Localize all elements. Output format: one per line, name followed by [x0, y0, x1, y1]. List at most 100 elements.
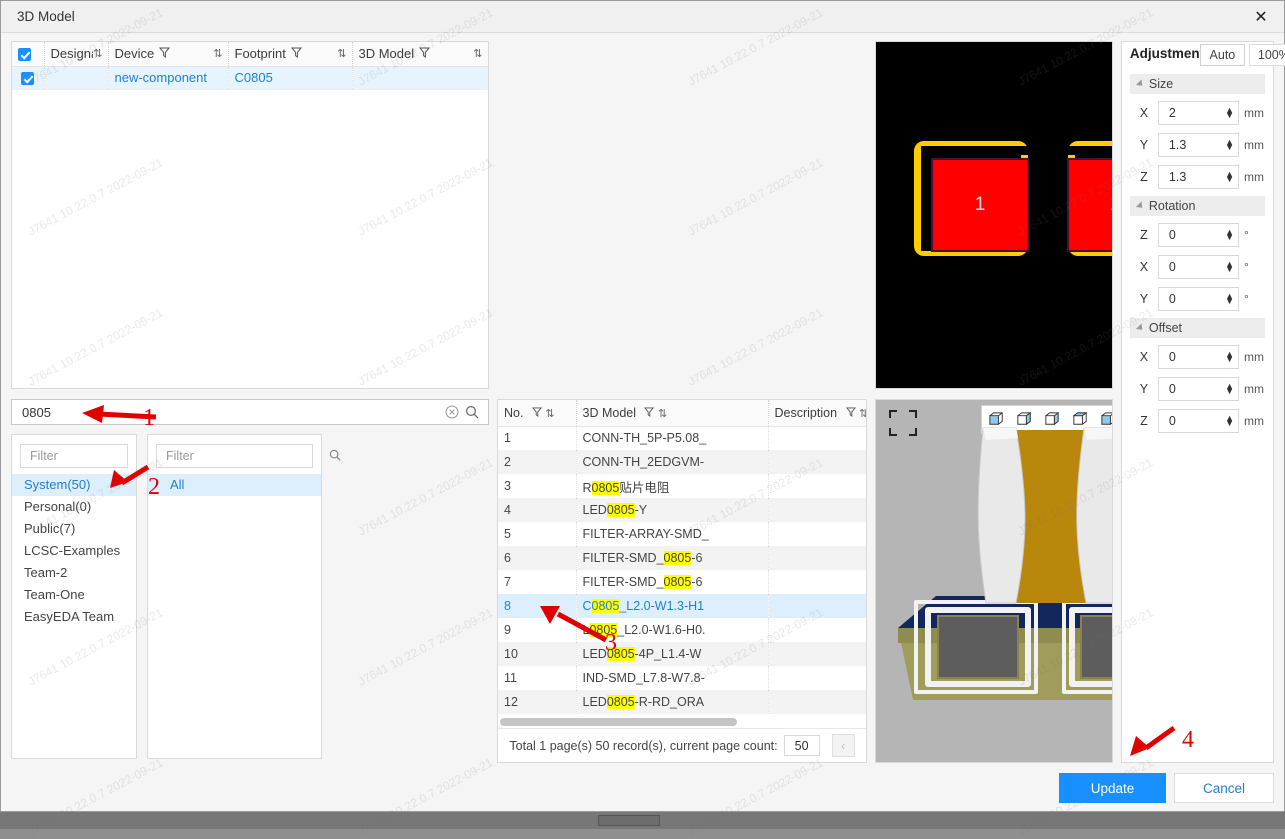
table-row[interactable]: 4LED0805-YLCSC [498, 498, 866, 522]
cell-device[interactable]: new-component [108, 66, 229, 90]
filter-icon[interactable] [290, 46, 302, 61]
table-row[interactable]: 2CONN-TH_2EDGVM-LCSC [498, 450, 866, 474]
column-header-no[interactable]: No. ⇅ [498, 400, 577, 427]
category-list-item[interactable]: All [148, 474, 321, 496]
section-header-offset[interactable]: Offset [1129, 318, 1265, 338]
search-input[interactable] [20, 401, 442, 423]
cell-model-name[interactable]: C0805_L2.0-W1.3-H1 [576, 594, 769, 618]
owner-list-item[interactable]: EasyEDA Team [12, 606, 136, 628]
owner-list-item[interactable]: Team-One [12, 584, 136, 606]
sort-icon[interactable]: ⇅ [337, 47, 346, 60]
stepper-arrows[interactable]: ▲ ▼ [1225, 292, 1234, 306]
section-header-size[interactable]: Size [1129, 74, 1265, 94]
owner-list-item[interactable]: Team-2 [12, 562, 136, 584]
pad-1[interactable]: 1 [931, 158, 1029, 252]
cell-model-name[interactable]: LED0805-4P_L1.4-W [576, 642, 769, 666]
table-row[interactable]: 11IND-SMD_L7.8-W7.8-LCSC [498, 666, 866, 690]
table-row[interactable]: 5FILTER-ARRAY-SMD_LCSC [498, 522, 866, 546]
cell-model-name[interactable]: FILTER-SMD_0805-6 [576, 570, 769, 594]
resize-handle[interactable] [598, 815, 660, 826]
cell-model-name[interactable]: IND-SMD_L7.8-W7.8- [576, 666, 769, 690]
table-row[interactable]: 1CONN-TH_5P-P5.08_LCSC [498, 426, 866, 450]
filter-icon[interactable] [159, 46, 171, 61]
table-row[interactable]: 9L0805_L2.0-W1.6-H0.LCSC [498, 618, 866, 642]
number-input[interactable] [1166, 227, 1226, 243]
section-header-rotation[interactable]: Rotation [1129, 196, 1265, 216]
pad-2[interactable]: 2 [1067, 158, 1112, 252]
filter-icon[interactable] [531, 406, 542, 420]
number-input[interactable] [1166, 259, 1226, 275]
sort-icon[interactable]: ⇅ [545, 408, 554, 420]
number-input[interactable] [1166, 413, 1226, 429]
auto-button[interactable]: Auto [1199, 44, 1245, 66]
column-header-3d-model[interactable]: 3D Model ⇅ [352, 42, 488, 67]
cell-description [768, 498, 866, 522]
table-row[interactable]: 6FILTER-SMD_0805-6LCSC [498, 546, 866, 570]
horizontal-scrollbar[interactable] [498, 716, 866, 728]
owner-list-item[interactable]: LCSC-Examples [12, 540, 136, 562]
sort-icon[interactable]: ⇅ [93, 47, 102, 60]
search-icon[interactable] [462, 405, 482, 419]
filter-icon[interactable] [419, 46, 431, 61]
model-3d-viewer[interactable] [875, 399, 1113, 763]
sort-icon[interactable]: ⇅ [859, 408, 866, 420]
stepper-arrows[interactable]: ▲ ▼ [1225, 382, 1234, 396]
table-row[interactable]: 3R0805贴片电阻LCSC [498, 474, 866, 498]
cell-description [768, 426, 866, 450]
cell-model-name[interactable]: FILTER-ARRAY-SMD_ [576, 522, 769, 546]
number-input[interactable] [1166, 105, 1226, 121]
stepper-arrows[interactable]: ▲ ▼ [1225, 260, 1234, 274]
table-row[interactable]: 10LED0805-4P_L1.4-WLCSC [498, 642, 866, 666]
stepper-arrows[interactable]: ▲ ▼ [1225, 138, 1234, 152]
stepper-arrows[interactable]: ▲ ▼ [1225, 106, 1234, 120]
cancel-button[interactable]: Cancel [1174, 773, 1274, 803]
cell-model-name[interactable]: CONN-TH_2EDGVM- [576, 450, 769, 474]
number-input[interactable] [1166, 291, 1226, 307]
row-checkbox[interactable] [21, 72, 35, 86]
cell-model-name[interactable]: CONN-TH_5P-P5.08_ [576, 426, 769, 450]
cell-model-name[interactable]: FILTER-SMD_0805-6 [576, 546, 769, 570]
page-count-input[interactable] [783, 735, 820, 756]
filter-icon[interactable] [644, 406, 655, 420]
close-icon[interactable]: ✕ [1238, 1, 1284, 32]
number-input[interactable] [1166, 349, 1226, 365]
column-header-designator[interactable]: Designator ⇅ [44, 42, 109, 67]
zoom-level-field[interactable]: 100% [1248, 44, 1285, 66]
search-icon[interactable] [329, 449, 341, 464]
cell-model-name[interactable]: R0805贴片电阻 [576, 474, 769, 498]
sort-icon[interactable]: ⇅ [658, 408, 667, 420]
filter-icon[interactable] [845, 406, 856, 420]
cell-footprint[interactable]: C0805 [228, 66, 353, 90]
select-all-checkbox[interactable] [18, 48, 31, 62]
column-header-footprint[interactable]: Footprint ⇅ [228, 42, 353, 67]
number-input[interactable] [1166, 169, 1226, 185]
footprint-preview[interactable]: 1 2 [875, 41, 1113, 389]
stepper-arrows[interactable]: ▲ ▼ [1225, 350, 1234, 364]
clear-circle-icon[interactable] [442, 405, 462, 419]
update-button[interactable]: Update [1059, 773, 1166, 803]
prev-page-button[interactable]: ‹ [831, 734, 855, 757]
cell-model-name[interactable]: L0805_L2.0-W1.6-H0. [576, 618, 769, 642]
stepper-arrows[interactable]: ▲ ▼ [1225, 228, 1234, 242]
owner-list-item[interactable]: Public(7) [12, 518, 136, 540]
stepper-arrows[interactable]: ▲ ▼ [1225, 414, 1234, 428]
stepper-arrows[interactable]: ▲ ▼ [1225, 170, 1234, 184]
owner-list-item[interactable]: System(50) [12, 474, 136, 496]
sort-icon[interactable]: ⇅ [213, 47, 222, 60]
category-filter-input[interactable] [164, 448, 329, 464]
table-row[interactable]: 7FILTER-SMD_0805-6LCSC [498, 570, 866, 594]
scrollbar-thumb[interactable] [500, 718, 737, 726]
owner-list-item[interactable]: Personal(0) [12, 496, 136, 518]
number-input[interactable] [1166, 381, 1226, 397]
table-row[interactable]: 8C0805_L2.0-W1.3-H1LCSC [498, 594, 866, 618]
table-row[interactable]: 12LED0805-R-RD_ORALCSC [498, 690, 866, 714]
chevron-down-icon [1135, 323, 1146, 333]
table-row[interactable]: new-component C0805 [12, 66, 488, 90]
number-input[interactable] [1166, 137, 1226, 153]
cell-model-name[interactable]: LED0805-Y [576, 498, 769, 522]
column-header-3d-model[interactable]: 3D Model ⇅ [576, 400, 769, 427]
cell-model-name[interactable]: LED0805-R-RD_ORA [576, 690, 769, 714]
sort-icon[interactable]: ⇅ [473, 47, 482, 60]
column-header-device[interactable]: Device ⇅ [108, 42, 229, 67]
column-header-description[interactable]: Description ⇅ [768, 400, 866, 427]
